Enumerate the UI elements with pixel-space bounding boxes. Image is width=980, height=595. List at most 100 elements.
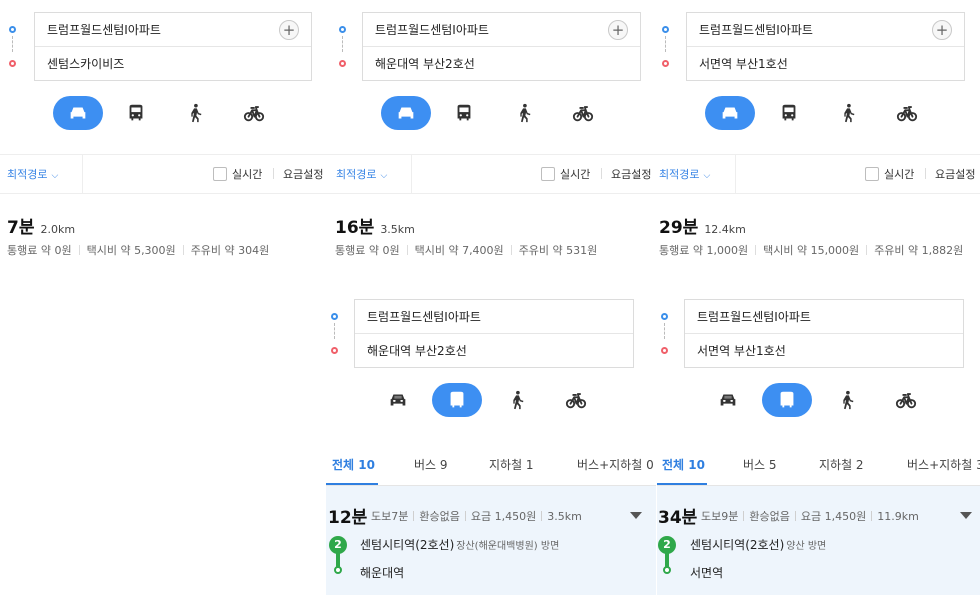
mode-bus-button[interactable] (432, 383, 482, 417)
walk-icon (836, 389, 858, 411)
end-dot-icon (339, 60, 346, 67)
bus-icon (125, 102, 147, 124)
tab-all[interactable]: 전체 10 (662, 456, 705, 473)
route-summary: 7분 2.0km (7, 213, 75, 238)
active-tab-underline (657, 483, 707, 485)
route-options-bar: 최적경로 ⌵ 실시간 요금설정 (0, 154, 326, 194)
mode-bicycle-button[interactable] (882, 96, 932, 130)
origin-field[interactable]: 트럼프월드센텀I아파트 (685, 300, 963, 334)
divider (925, 168, 926, 179)
board-station-name: 센텀시티역(2호선) (360, 538, 455, 552)
caret-down-icon[interactable] (630, 512, 642, 519)
best-route-dropdown[interactable]: 최적경로 ⌵ (7, 166, 58, 182)
destination-field[interactable]: 서면역 부산1호선 (685, 334, 963, 368)
route-input-box: 트럼프월드센텀I아파트 해운대역 부산2호선 (354, 299, 634, 368)
travel-time: 29분 (659, 218, 699, 238)
origin-field[interactable]: 트럼프월드센텀I아파트 (687, 13, 964, 47)
mode-walk-button[interactable] (499, 96, 549, 130)
start-dot-icon (339, 26, 346, 33)
mode-car-button[interactable] (381, 96, 431, 130)
origin-field[interactable]: 트럼프월드센텀I아파트 (35, 13, 311, 47)
best-route-dropdown[interactable]: 최적경로 ⌵ (659, 166, 710, 182)
destination-field[interactable]: 서면역 부산1호선 (687, 47, 964, 81)
divider (273, 168, 274, 179)
destination-field[interactable]: 해운대역 부산2호선 (355, 334, 633, 368)
divider (735, 155, 736, 193)
divider (82, 155, 83, 193)
fare-settings-button[interactable]: 요금설정 (283, 166, 323, 182)
car-icon (717, 389, 739, 411)
best-route-label: 최적경로 (659, 168, 700, 181)
subway-line-bar (665, 553, 669, 567)
mode-walk-button[interactable] (823, 96, 873, 130)
fare: 요금 1,450원 (800, 510, 867, 523)
realtime-checkbox[interactable] (865, 167, 879, 181)
destination-field[interactable]: 센텀스카이비즈 (35, 47, 311, 81)
tab-subway[interactable]: 지하철 2 (819, 456, 864, 473)
add-waypoint-plus-icon[interactable]: + (279, 20, 299, 40)
taxi-fare: 택시비 약 5,300원 (86, 244, 176, 257)
distance: 3.5km (547, 510, 582, 523)
realtime-label: 실시간 (560, 168, 591, 181)
mode-bicycle-button[interactable] (229, 96, 279, 130)
start-dot-icon (9, 26, 16, 33)
transfer-info: 환승없음 (419, 510, 460, 523)
board-station-name: 센텀시티역(2호선) (690, 538, 785, 552)
subway-line-bar (336, 553, 340, 567)
mode-walk-button[interactable] (170, 96, 220, 130)
destination-field[interactable]: 해운대역 부산2호선 (363, 47, 640, 81)
mode-bicycle-button[interactable] (551, 383, 601, 417)
alight-station-dot (334, 566, 342, 574)
directions-panel-3: 트럼프월드센텀I아파트 서면역 부산1호선 + 최적경로 ⌵ 실시간 요금설정 2… (656, 0, 980, 290)
tab-bus[interactable]: 버스 9 (414, 456, 448, 473)
origin-field[interactable]: 트럼프월드센텀I아파트 (355, 300, 633, 334)
transit-result-item[interactable]: 34분 도보9분 환승없음 요금 1,450원 11.9km 2 센텀시티역(2호선)… (657, 486, 980, 595)
realtime-label: 실시간 (232, 168, 263, 181)
fare-settings-button[interactable]: 요금설정 (611, 166, 651, 182)
mode-car-button[interactable] (703, 383, 753, 417)
add-waypoint-plus-icon[interactable]: + (608, 20, 628, 40)
mode-bus-button[interactable] (762, 383, 812, 417)
mode-walk-button[interactable] (492, 383, 542, 417)
fee-info: 통행료 약 1,000원 택시비 약 15,000원 주유비 약 1,882원 (659, 242, 963, 258)
mode-bicycle-button[interactable] (881, 383, 931, 417)
route-dash (665, 36, 666, 52)
mode-bus-button[interactable] (439, 96, 489, 130)
route-dash (664, 323, 665, 339)
mode-bus-button[interactable] (111, 96, 161, 130)
mode-bus-button[interactable] (764, 96, 814, 130)
realtime-checkbox[interactable] (213, 167, 227, 181)
transit-result-item[interactable]: 12분 도보7분 환승없음 요금 1,450원 3.5km 2 센텀시티역(2호선) 장… (326, 486, 656, 595)
fare-settings-button[interactable]: 요금설정 (935, 166, 975, 182)
mode-car-button[interactable] (373, 383, 423, 417)
fee-info: 통행료 약 0원 택시비 약 5,300원 주유비 약 304원 (7, 242, 269, 258)
mode-bicycle-button[interactable] (558, 96, 608, 130)
bus-icon (776, 389, 798, 411)
direction: 장산(해운대백병원) 방면 (456, 541, 560, 552)
tab-subway[interactable]: 지하철 1 (489, 456, 534, 473)
walk-time: 도보7분 (371, 510, 409, 523)
car-icon (67, 102, 89, 124)
transport-mode-row (326, 96, 656, 132)
tab-bus-subway[interactable]: 버스+지하철 3 (907, 456, 980, 473)
mode-car-button[interactable] (705, 96, 755, 130)
caret-down-icon[interactable] (960, 512, 972, 519)
car-icon (387, 389, 409, 411)
end-dot-icon (9, 60, 16, 67)
walk-icon (837, 102, 859, 124)
start-dot-icon (331, 313, 338, 320)
best-route-label: 최적경로 (336, 168, 377, 181)
tab-bus-subway[interactable]: 버스+지하철 0 (577, 456, 654, 473)
add-waypoint-plus-icon[interactable]: + (932, 20, 952, 40)
tab-all[interactable]: 전체 10 (332, 456, 375, 473)
tab-bus[interactable]: 버스 5 (743, 456, 777, 473)
mode-walk-button[interactable] (822, 383, 872, 417)
origin-field[interactable]: 트럼프월드센텀I아파트 (363, 13, 640, 47)
bicycle-icon (894, 102, 920, 124)
best-route-dropdown[interactable]: 최적경로 ⌵ (336, 166, 387, 182)
route-dash (342, 36, 343, 52)
realtime-checkbox[interactable] (541, 167, 555, 181)
mode-car-button[interactable] (53, 96, 103, 130)
walk-icon (184, 102, 206, 124)
transit-meta: 도보9분 환승없음 요금 1,450원 11.9km (701, 508, 919, 524)
